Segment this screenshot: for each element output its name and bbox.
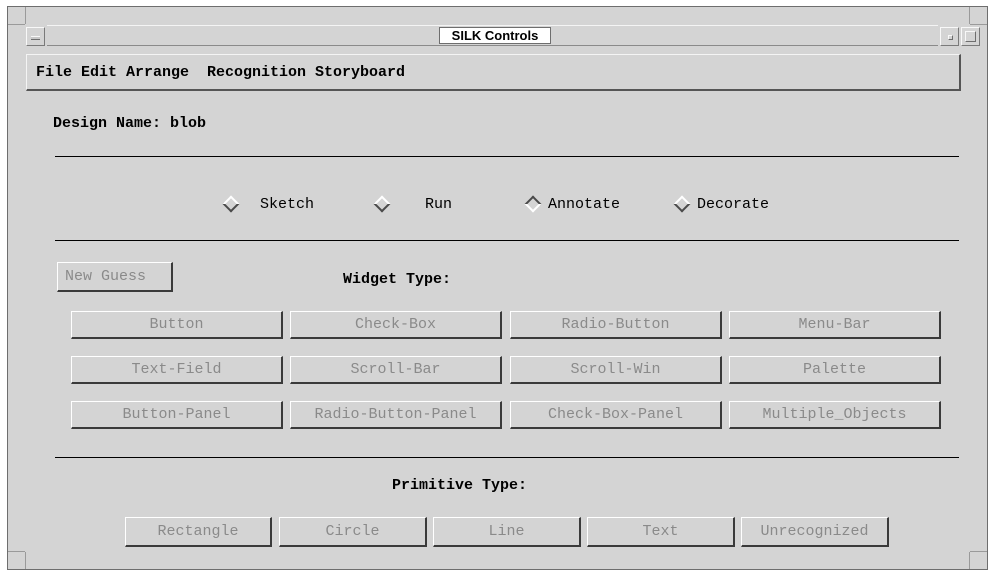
frame-corner-notch [25,552,26,569]
design-name-label: Design Name: blob [53,115,207,132]
menu-edit[interactable]: Edit [81,64,117,81]
widget-button-radio-button-panel[interactable]: Radio-Button-Panel [290,401,502,429]
frame-corner-notch [969,552,970,569]
menu-bar: File Edit Arrange Recognition Storyboard [26,54,961,91]
widget-button-radio-button[interactable]: Radio-Button [510,311,722,339]
frame-corner-notch [8,24,25,25]
menu-storyboard[interactable]: Storyboard [315,64,405,81]
primitive-button-line[interactable]: Line [433,517,581,547]
mode-label-annotate: Annotate [548,196,621,213]
mode-label-decorate: Decorate [697,196,770,213]
mode-label-run: Run [425,196,453,213]
primitive-button-text[interactable]: Text [587,517,735,547]
widget-button-palette[interactable]: Palette [729,356,941,384]
divider [55,156,959,157]
widget-button-check-box[interactable]: Check-Box [290,311,502,339]
mode-label-sketch: Sketch [260,196,315,213]
maximize-icon [965,31,976,42]
divider [55,457,959,458]
widget-button-scroll-bar[interactable]: Scroll-Bar [290,356,502,384]
window-menu-icon [31,36,40,40]
menu-arrange[interactable]: Arrange [126,64,189,81]
menu-recognition[interactable]: Recognition [207,64,306,81]
frame-corner-notch [8,551,25,552]
frame-corner-notch [25,7,26,24]
frame-corner-notch [970,551,987,552]
menu-file[interactable]: File [36,64,72,81]
widget-button-check-box-panel[interactable]: Check-Box-Panel [510,401,722,429]
frame-corner-notch [969,7,970,24]
widget-button-scroll-win[interactable]: Scroll-Win [510,356,722,384]
window-menu-button[interactable] [26,27,45,46]
widget-button-text-field[interactable]: Text-Field [71,356,283,384]
title-bar[interactable]: SILK Controls [47,25,938,46]
window-title: SILK Controls [439,27,551,44]
widget-button-button-panel[interactable]: Button-Panel [71,401,283,429]
primitive-button-rectangle[interactable]: Rectangle [125,517,272,547]
frame-corner-notch [970,24,987,25]
widget-button-menu-bar[interactable]: Menu-Bar [729,311,941,339]
new-guess-button[interactable]: New Guess [57,262,173,292]
minimize-icon [948,35,953,40]
widget-button-multiple-objects[interactable]: Multiple_Objects [729,401,941,429]
widget-type-heading: Widget Type: [343,271,452,288]
widget-button-button[interactable]: Button [71,311,283,339]
maximize-button[interactable] [961,27,980,46]
primitive-type-heading: Primitive Type: [392,477,528,494]
primitive-button-circle[interactable]: Circle [279,517,427,547]
primitive-button-unrecognized[interactable]: Unrecognized [741,517,889,547]
divider [55,240,959,241]
minimize-button[interactable] [940,27,959,46]
